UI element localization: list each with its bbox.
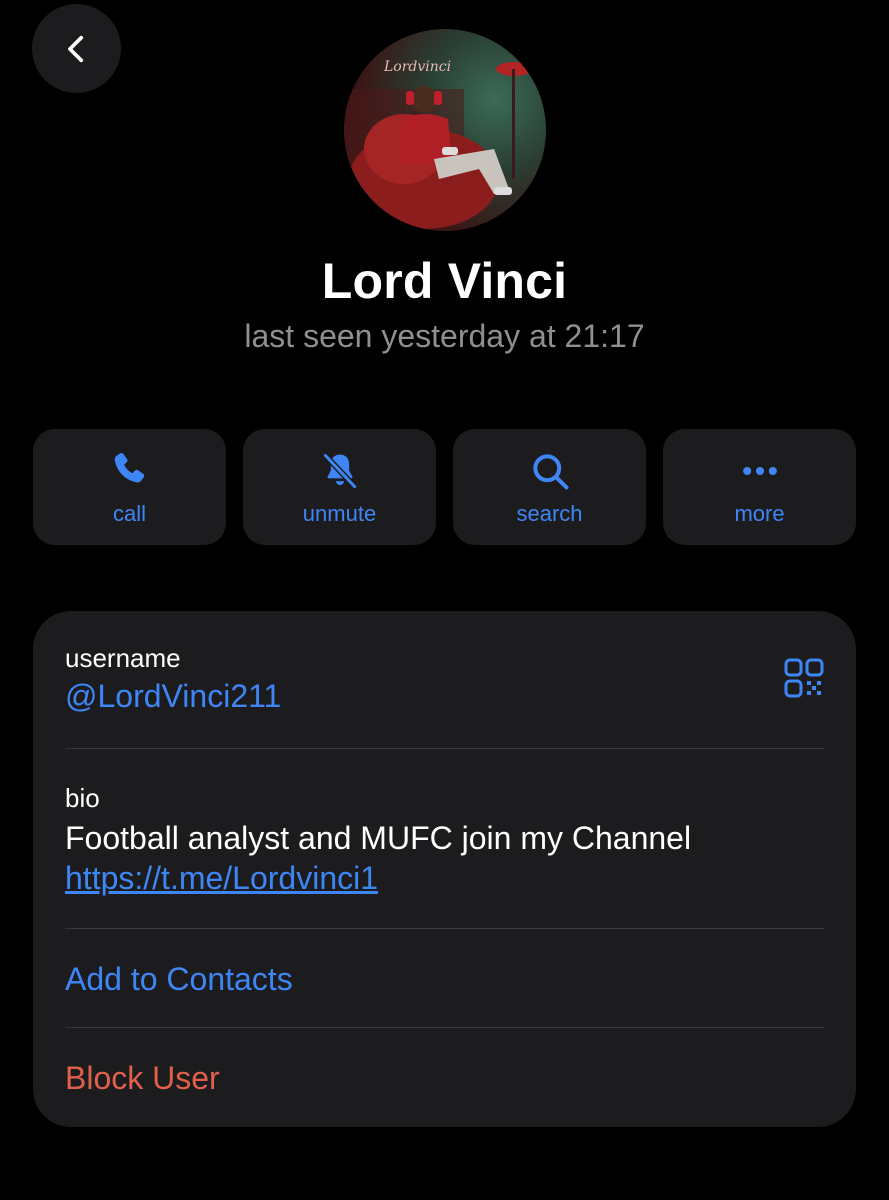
call-button[interactable]: call (33, 429, 226, 545)
divider (65, 748, 824, 749)
bell-slash-icon (318, 449, 362, 493)
bio-text: Football analyst and MUFC join my Channe… (65, 820, 692, 856)
bio-row: bio Football analyst and MUFC join my Ch… (65, 783, 824, 898)
username-value[interactable]: @LordVinci211 (65, 678, 824, 715)
username-label: username (65, 643, 181, 673)
search-label: search (516, 501, 583, 526)
profile-page: Lordvinci Lord Vinci last seen yesterday… (0, 0, 889, 1200)
call-label: call (112, 501, 146, 526)
magnifier-icon (528, 449, 572, 493)
more-label: more (734, 501, 785, 526)
qr-code-icon[interactable] (784, 658, 824, 698)
ellipsis-icon (738, 449, 782, 493)
search-button[interactable]: search (453, 429, 646, 545)
username-row[interactable]: username @LordVinci211 (65, 643, 824, 715)
action-bar: call unmute search more (33, 429, 856, 545)
back-button[interactable] (32, 4, 121, 93)
bio-label: bio (65, 783, 100, 813)
svg-text:Lordvinci: Lordvinci (383, 59, 451, 75)
divider (65, 1027, 824, 1028)
more-button[interactable]: more (663, 429, 856, 545)
unmute-button[interactable]: unmute (243, 429, 436, 545)
bio-link[interactable]: https://t.me/Lordvinci1 (65, 858, 824, 898)
chevron-left-icon (67, 35, 83, 62)
phone-icon (108, 449, 152, 493)
divider (65, 928, 824, 929)
add-to-contacts-button[interactable]: Add to Contacts (65, 961, 824, 998)
profile-name: Lord Vinci (321, 253, 568, 309)
info-card: username @LordVinci211 bio Football anal… (33, 611, 856, 1127)
block-user-button[interactable]: Block User (65, 1060, 824, 1097)
avatar[interactable]: Lordvinci (344, 29, 546, 231)
unmute-label: unmute (302, 501, 377, 526)
last-seen-status: last seen yesterday at 21:17 (244, 318, 645, 354)
avatar-photo: Lordvinci (344, 29, 546, 231)
